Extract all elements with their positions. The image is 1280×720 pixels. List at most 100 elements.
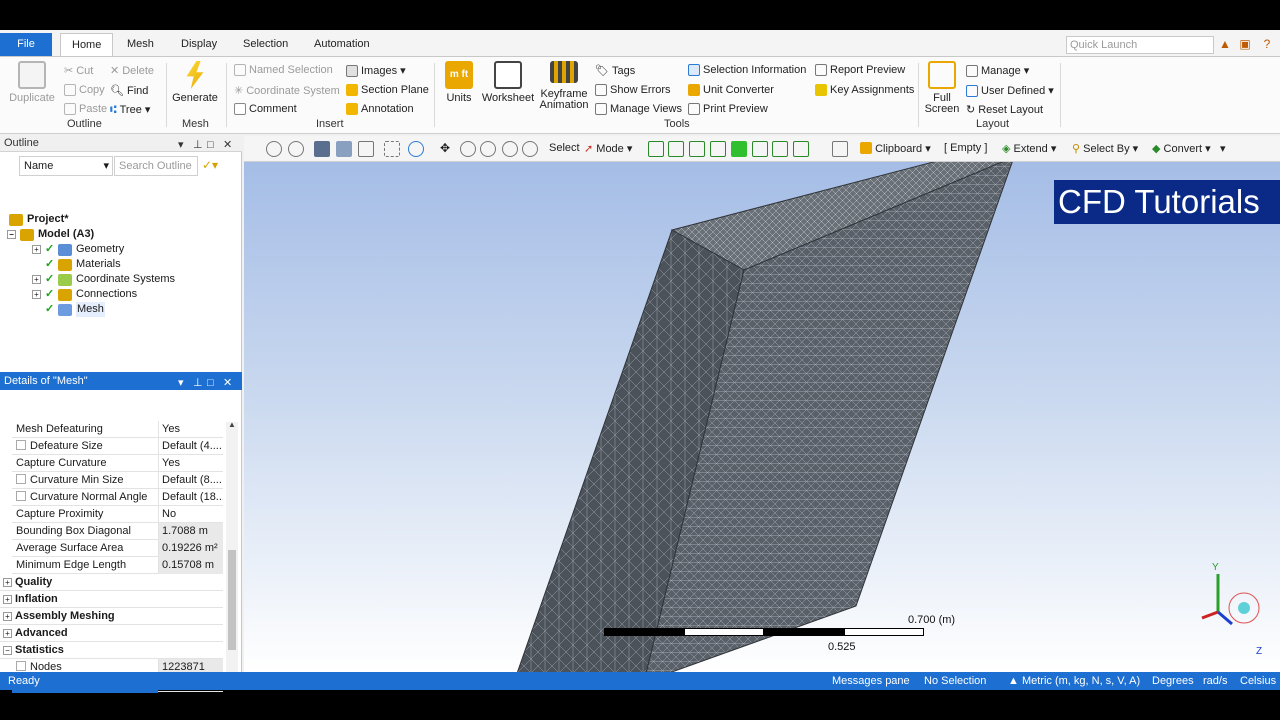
tab-home[interactable]: Home	[60, 33, 114, 56]
checkbox[interactable]	[16, 474, 26, 484]
tree-button[interactable]: ⑆ Tree ▾	[110, 103, 150, 117]
comment-button[interactable]: Comment	[234, 103, 297, 115]
vertex-filter-icon[interactable]	[648, 141, 664, 157]
category-statistics[interactable]: − Statistics	[0, 642, 223, 659]
rotational-units-status[interactable]: rad/s	[1203, 672, 1227, 690]
pin-icon[interactable]	[832, 141, 848, 157]
checkbox[interactable]	[16, 661, 26, 671]
node-filter-icon[interactable]	[731, 141, 747, 157]
scroll-thumb[interactable]	[228, 550, 236, 650]
tree-item-coordinate-systems[interactable]: + ✓ Coordinate Systems	[32, 272, 175, 287]
edge-filter-icon[interactable]	[668, 141, 684, 157]
edge-select-icon[interactable]	[358, 141, 374, 157]
magnifier-icon[interactable]	[522, 141, 538, 157]
close-icon[interactable]: ✕	[223, 374, 232, 392]
maximize-icon[interactable]: □	[207, 374, 214, 392]
name-filter-select[interactable]: Name ▾	[19, 156, 113, 176]
pan-icon[interactable]: ✥	[440, 141, 456, 157]
select-button[interactable]: Select	[549, 142, 580, 154]
filter-icon[interactable]: ✓▾	[202, 158, 218, 172]
angle-units-status[interactable]: Degrees	[1152, 672, 1194, 690]
quick-launch-input[interactable]: Quick Launch	[1066, 36, 1214, 54]
coordinate-system-button[interactable]: ✳ Coordinate System	[234, 84, 340, 98]
checkbox[interactable]	[16, 491, 26, 501]
manage-button[interactable]: Manage ▾	[966, 64, 1029, 77]
report-preview-button[interactable]: Report Preview	[815, 64, 905, 76]
zoom-in-icon[interactable]	[266, 141, 282, 157]
unit-converter-button[interactable]: Unit Converter	[688, 84, 774, 96]
details-row-curvature-min-size[interactable]: Curvature Min Size Default (8....	[12, 472, 223, 489]
rotate-icon[interactable]	[408, 141, 424, 157]
scroll-up-icon[interactable]: ▲	[228, 420, 236, 429]
pin-icon[interactable]: ⊥	[193, 136, 203, 154]
restore-icon[interactable]: ▣	[1237, 36, 1253, 52]
minimize-ribbon-icon[interactable]: ▲	[1217, 36, 1233, 52]
duplicate-button[interactable]: Duplicate	[8, 61, 56, 104]
tab-display[interactable]: Display	[170, 33, 228, 56]
annotation-button[interactable]: Annotation	[346, 103, 414, 115]
file-tab[interactable]: File	[0, 33, 52, 56]
tab-selection[interactable]: Selection	[232, 33, 299, 56]
worksheet-button[interactable]: Worksheet	[480, 61, 536, 104]
copy-button[interactable]: Copy	[64, 84, 105, 96]
tags-button[interactable]: 🏷︎ Tags	[595, 64, 635, 78]
show-errors-button[interactable]: Show Errors	[595, 84, 671, 96]
selection-information-button[interactable]: Selection Information	[688, 64, 806, 76]
tree-item-model[interactable]: − Model (A3)	[7, 227, 94, 242]
details-row-curvature-normal-angle[interactable]: Curvature Normal Angle Default (18...	[12, 489, 223, 506]
details-row-capture-curvature[interactable]: Capture Curvature Yes	[12, 455, 223, 472]
mode-button[interactable]: ➚ Mode ▾	[584, 142, 632, 155]
generate-button[interactable]: Generate	[172, 61, 218, 104]
category-advanced[interactable]: + Advanced	[0, 625, 223, 642]
zoom-box-icon[interactable]	[480, 141, 496, 157]
face-select-icon[interactable]	[336, 141, 352, 157]
tree-item-materials[interactable]: ✓ Materials	[45, 257, 121, 272]
tab-mesh[interactable]: Mesh	[116, 33, 165, 56]
face-filter-icon[interactable]	[689, 141, 705, 157]
reset-layout-button[interactable]: ↻ Reset Layout	[966, 103, 1043, 117]
temperature-units-status[interactable]: Celsius	[1240, 672, 1276, 690]
convert-button[interactable]: ◆ Convert ▾	[1152, 142, 1211, 155]
category-inflation[interactable]: + Inflation	[0, 591, 223, 608]
print-preview-button[interactable]: Print Preview	[688, 103, 768, 115]
units-status[interactable]: ▲ Metric (m, kg, N, s, V, A)	[1008, 672, 1140, 690]
details-row-defeature-size[interactable]: Defeature Size Default (4....	[12, 438, 223, 455]
zoom-icon[interactable]	[460, 141, 476, 157]
messages-pane-button[interactable]: Messages pane	[832, 672, 910, 690]
tree-item-mesh[interactable]: ✓ Mesh	[45, 302, 105, 317]
graphics-viewport[interactable]: CFD Tutorials 0.700 (m) 0.525 Y Z	[244, 162, 1280, 672]
tab-automation[interactable]: Automation	[303, 33, 381, 56]
zoom-fit-icon[interactable]	[502, 141, 518, 157]
tree-item-geometry[interactable]: + ✓ Geometry	[32, 242, 124, 257]
toolbar-overflow-icon[interactable]: ▾	[1220, 142, 1226, 155]
paste-button[interactable]: Paste	[64, 103, 107, 115]
zoom-out-icon[interactable]	[288, 141, 304, 157]
mesh-filter-icon[interactable]	[793, 141, 809, 157]
section-plane-button[interactable]: Section Plane	[346, 84, 429, 96]
user-defined-button[interactable]: User Defined ▾	[966, 84, 1054, 97]
category-quality[interactable]: + Quality	[0, 574, 223, 591]
units-button[interactable]: m ft Units	[440, 61, 478, 104]
body-select-icon[interactable]	[314, 141, 330, 157]
named-selection-button[interactable]: Named Selection	[234, 64, 333, 76]
box-select-icon[interactable]	[384, 141, 400, 157]
tree-item-connections[interactable]: + ✓ Connections	[32, 287, 137, 302]
manage-views-button[interactable]: Manage Views	[595, 103, 682, 115]
details-row-capture-proximity[interactable]: Capture Proximity No	[12, 506, 223, 523]
chevron-down-icon[interactable]: ▾	[178, 374, 184, 392]
find-button[interactable]: 🔍︎ Find	[110, 84, 148, 98]
body-filter-icon[interactable]	[710, 141, 726, 157]
close-icon[interactable]: ✕	[223, 136, 232, 154]
category-assembly-meshing[interactable]: + Assembly Meshing	[0, 608, 223, 625]
images-button[interactable]: Images ▾	[346, 64, 406, 77]
keyframe-animation-button[interactable]: Keyframe Animation	[538, 61, 590, 111]
full-screen-button[interactable]: Full Screen	[924, 61, 960, 115]
key-assignments-button[interactable]: Key Assignments	[815, 84, 914, 96]
chevron-down-icon[interactable]: ▾	[178, 136, 184, 154]
clipboard-button[interactable]: Clipboard ▾	[860, 142, 931, 155]
checkbox[interactable]	[16, 440, 26, 450]
search-outline-input[interactable]: Search Outline	[114, 156, 198, 176]
details-row-mesh-defeaturing[interactable]: Mesh Defeaturing Yes	[12, 421, 223, 438]
delete-button[interactable]: ✕ Delete	[110, 64, 154, 78]
element-filter-icon[interactable]	[772, 141, 788, 157]
